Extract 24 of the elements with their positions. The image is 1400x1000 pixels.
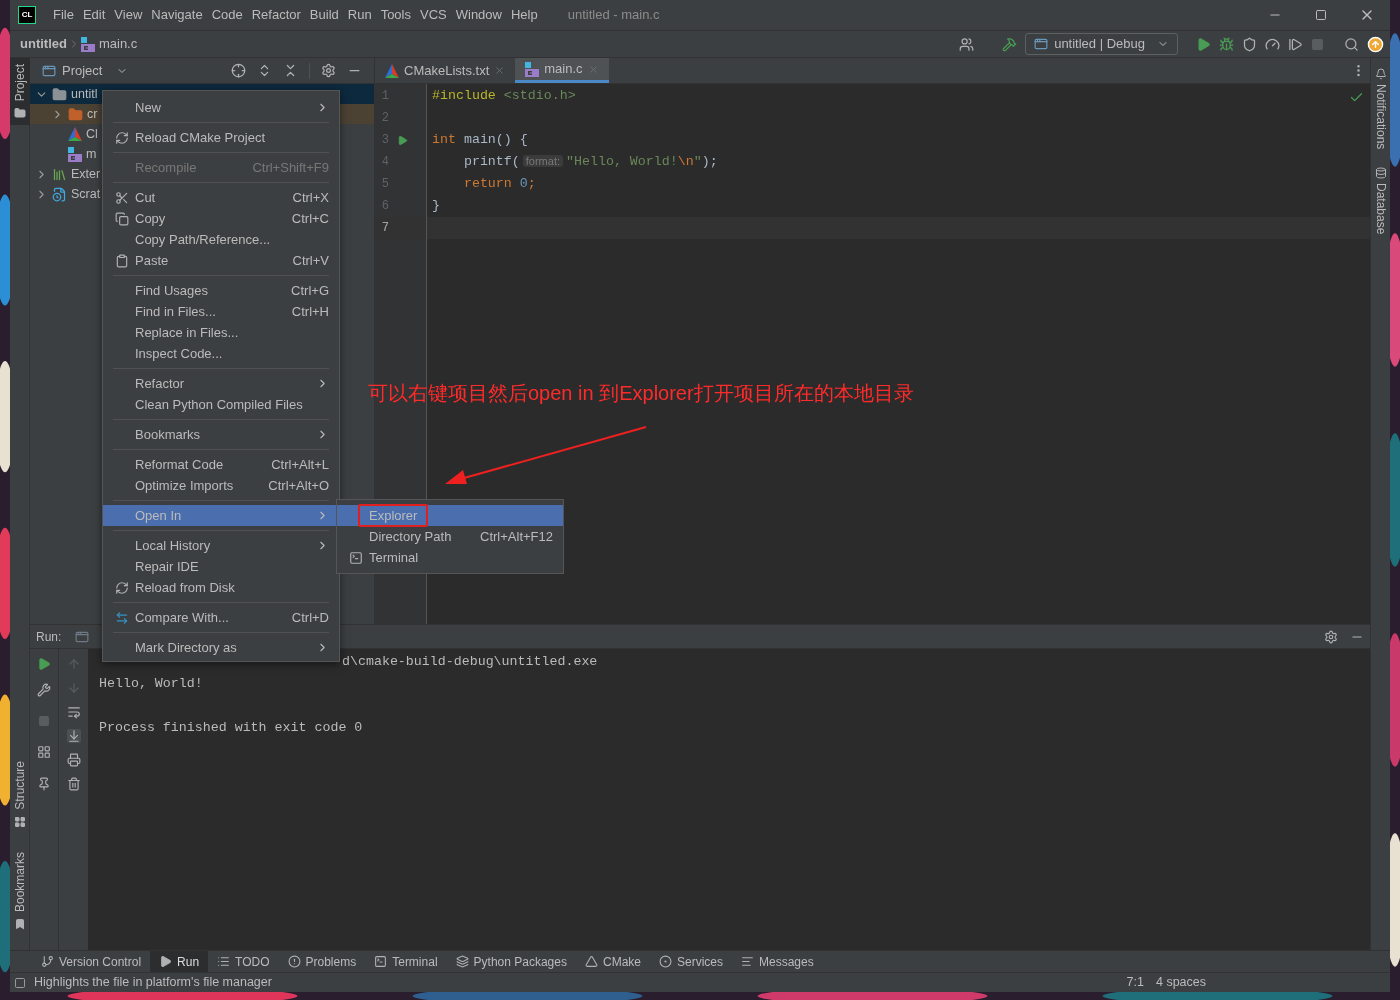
shortcut-label: Ctrl+Alt+F12 bbox=[480, 527, 553, 546]
shortcut-label: Ctrl+Shift+F9 bbox=[252, 158, 329, 177]
shortcut-label: Ctrl+Alt+L bbox=[271, 455, 329, 474]
app-logo: CL bbox=[18, 6, 36, 24]
console-output-line: Hello, World! bbox=[99, 675, 203, 694]
shortcut-label: Ctrl+H bbox=[291, 302, 329, 321]
code-line: int main() { bbox=[432, 131, 528, 150]
console-output-line: d\cmake-build-debug\untitled.exe bbox=[342, 653, 598, 672]
code-line: } bbox=[432, 197, 440, 216]
shortcut-label: Ctrl+D bbox=[291, 608, 329, 627]
shortcut-label: Ctrl+C bbox=[291, 209, 329, 228]
code-line: return 0; bbox=[462, 175, 536, 194]
line-number: 7 bbox=[380, 220, 389, 237]
code-line: #include <stdio.h> bbox=[432, 87, 576, 106]
status-message: Highlights the file in platform's file manager bbox=[34, 974, 272, 992]
shortcut-label: Ctrl+X bbox=[292, 188, 329, 207]
run-panel-title: Run: bbox=[36, 628, 62, 646]
shortcut-label: Ctrl+V bbox=[292, 251, 329, 270]
console-output-line: Process finished with exit code 0 bbox=[99, 719, 363, 738]
code-line: printf( format: "Hello, World!\n"); bbox=[462, 153, 718, 172]
shortcut-label: Ctrl+Alt+O bbox=[268, 476, 329, 495]
window-title: untitled - main.c bbox=[567, 6, 660, 25]
shortcut-label: Ctrl+G bbox=[291, 281, 329, 300]
annotation-text: 可以右键项目然后open in 到Explorer打开项目所在的本地目录 bbox=[368, 381, 914, 406]
